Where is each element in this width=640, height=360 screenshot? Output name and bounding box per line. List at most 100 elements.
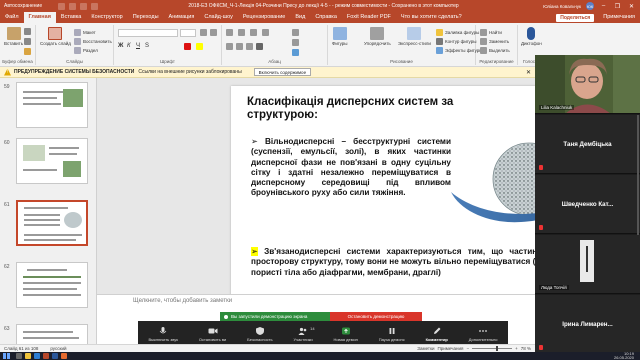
pause-share-button[interactable]: Пауза демонс — [379, 327, 405, 342]
powerpoint-icon[interactable] — [43, 353, 49, 359]
bullets-button[interactable] — [226, 29, 233, 36]
highlight-button[interactable] — [196, 43, 203, 50]
participants-button[interactable]: 14 Участники — [293, 326, 314, 342]
zoom-control[interactable]: Заметки Примечания − + 78 % — [417, 346, 531, 351]
slide-thumbnail[interactable] — [16, 82, 88, 128]
participant-tile[interactable]: Люда Топчій — [535, 235, 640, 294]
shapes-button[interactable]: Фигуры — [332, 27, 348, 46]
search-icon[interactable] — [16, 353, 22, 359]
tab-home[interactable]: Главная — [23, 12, 56, 23]
participant-tile[interactable]: Шведченко Кат... — [535, 175, 640, 234]
shape-outline-button[interactable]: Контур фигуры — [436, 38, 476, 45]
tab-insert[interactable]: Вставка — [56, 12, 86, 23]
tell-me-search[interactable]: Что вы хотите сделать? — [396, 12, 467, 23]
word-icon[interactable] — [52, 353, 58, 359]
zoom-level[interactable]: 78 % — [521, 346, 531, 351]
slide-thumbnail[interactable] — [16, 138, 88, 184]
layout-button[interactable]: Макет — [74, 29, 96, 36]
slideshow-icon[interactable] — [91, 2, 98, 10]
decrease-indent-button[interactable] — [250, 29, 257, 36]
language-indicator[interactable]: русский — [50, 346, 66, 351]
minimize-icon[interactable]: – — [599, 3, 608, 9]
system-clock[interactable]: 10:19 26.05.2020 — [614, 352, 640, 360]
paste-button[interactable]: Вставить — [4, 27, 23, 46]
align-left-button[interactable] — [226, 43, 233, 50]
participant-tile[interactable]: Таня Дембіцька — [535, 115, 640, 174]
grow-font-button[interactable] — [200, 29, 207, 36]
find-button[interactable]: Найти — [480, 29, 502, 36]
panel-scrollbar[interactable] — [637, 115, 639, 235]
new-slide-button[interactable]: Создать слайд — [40, 27, 71, 46]
shape-fill-button[interactable]: Заливка фигуры — [436, 29, 479, 36]
notes-toggle[interactable]: Заметки — [417, 346, 434, 351]
more-button[interactable]: Дополнительно — [469, 327, 498, 342]
close-icon[interactable]: ✕ — [526, 69, 531, 76]
participant-tile[interactable]: Ірина Лимарен... — [535, 295, 640, 354]
font-color-button[interactable] — [184, 43, 191, 50]
tab-animations[interactable]: Анимация — [164, 12, 200, 23]
smartart-button[interactable] — [292, 49, 299, 56]
slide-title[interactable]: Класифікація дисперсних систем за структ… — [247, 96, 497, 122]
slide-thumbnail[interactable] — [16, 262, 88, 308]
close-icon[interactable]: ✕ — [627, 3, 636, 10]
undo-icon[interactable] — [69, 2, 76, 10]
slide-thumbnail[interactable] — [16, 324, 88, 344]
bold-button[interactable]: Ж — [118, 43, 123, 49]
slide-paragraph-free-disperse[interactable]: ➢ Вільнодисперсні – бесструктурні систем… — [251, 137, 451, 199]
zoom-in-icon[interactable]: + — [515, 346, 518, 351]
tab-review[interactable]: Рецензирование — [238, 12, 290, 23]
justify-button[interactable] — [256, 43, 263, 50]
tab-foxit[interactable]: Foxit Reader PDF — [342, 12, 396, 23]
annotate-button[interactable]: Комментир — [426, 327, 448, 342]
mute-button[interactable]: Выключить звук — [148, 327, 178, 342]
autosave-toggle[interactable]: Автосохранение — [0, 3, 58, 9]
zoom-icon[interactable] — [34, 353, 40, 359]
reset-button[interactable]: Восстановить — [74, 38, 112, 45]
text-direction-button[interactable] — [292, 29, 299, 36]
align-right-button[interactable] — [246, 43, 253, 50]
share-button[interactable]: Поделиться — [556, 13, 595, 22]
explorer-icon[interactable] — [25, 353, 31, 359]
zoom-slider[interactable] — [472, 346, 513, 351]
italic-button[interactable]: К — [127, 43, 131, 49]
restore-icon[interactable]: ❐ — [613, 3, 622, 10]
increase-indent-button[interactable] — [262, 29, 269, 36]
tab-view[interactable]: Вид — [290, 12, 310, 23]
slide-thumbnail-selected[interactable] — [16, 200, 88, 246]
numbering-button[interactable] — [238, 29, 245, 36]
participant-video-tile[interactable]: Lilia Kalachniuk — [535, 55, 640, 114]
arrange-button[interactable]: Упорядочить — [364, 27, 391, 46]
tab-file[interactable]: Файл — [0, 12, 24, 23]
zoom-out-icon[interactable]: − — [466, 346, 469, 351]
slide-thumbnails-panel[interactable]: 59 60 61 62 63 — [0, 78, 97, 344]
comments-button[interactable]: Примечания — [598, 12, 640, 23]
browser-icon[interactable] — [61, 353, 67, 359]
windows-start-icon[interactable] — [3, 353, 10, 359]
save-icon[interactable] — [58, 2, 65, 10]
new-share-button[interactable]: Новая демон — [333, 327, 358, 342]
font-family-select[interactable] — [118, 29, 178, 37]
stop-video-button[interactable]: Остановить ви — [199, 327, 226, 342]
align-center-button[interactable] — [236, 43, 243, 50]
notes-pane[interactable]: Щелкните, чтобы добавить заметки — [97, 294, 535, 314]
align-text-button[interactable] — [292, 39, 299, 46]
replace-button[interactable]: Заменить — [480, 38, 509, 45]
cut-button[interactable] — [24, 28, 31, 35]
tab-transitions[interactable]: Переходы — [128, 12, 164, 23]
font-size-select[interactable] — [180, 29, 196, 37]
shrink-font-button[interactable] — [210, 29, 217, 36]
tab-slideshow[interactable]: Слайд-шоу — [199, 12, 238, 23]
tab-design[interactable]: Конструктор — [86, 12, 127, 23]
security-button[interactable]: Безопасность — [247, 327, 273, 342]
section-button[interactable]: Раздел — [74, 47, 98, 54]
underline-button[interactable]: Ч — [136, 43, 140, 49]
enable-content-button[interactable]: Включить содержимое — [253, 68, 312, 76]
tab-help[interactable]: Справка — [310, 12, 342, 23]
select-button[interactable]: Выделить — [480, 47, 510, 54]
zoom-slider-handle[interactable] — [496, 346, 499, 351]
stop-sharing-button[interactable]: Остановить демонстрацию — [330, 312, 422, 321]
user-avatar[interactable]: ЮК — [586, 2, 594, 10]
format-painter-button[interactable] — [24, 48, 31, 55]
copy-button[interactable] — [24, 38, 31, 45]
shadow-button[interactable]: S — [145, 43, 149, 49]
